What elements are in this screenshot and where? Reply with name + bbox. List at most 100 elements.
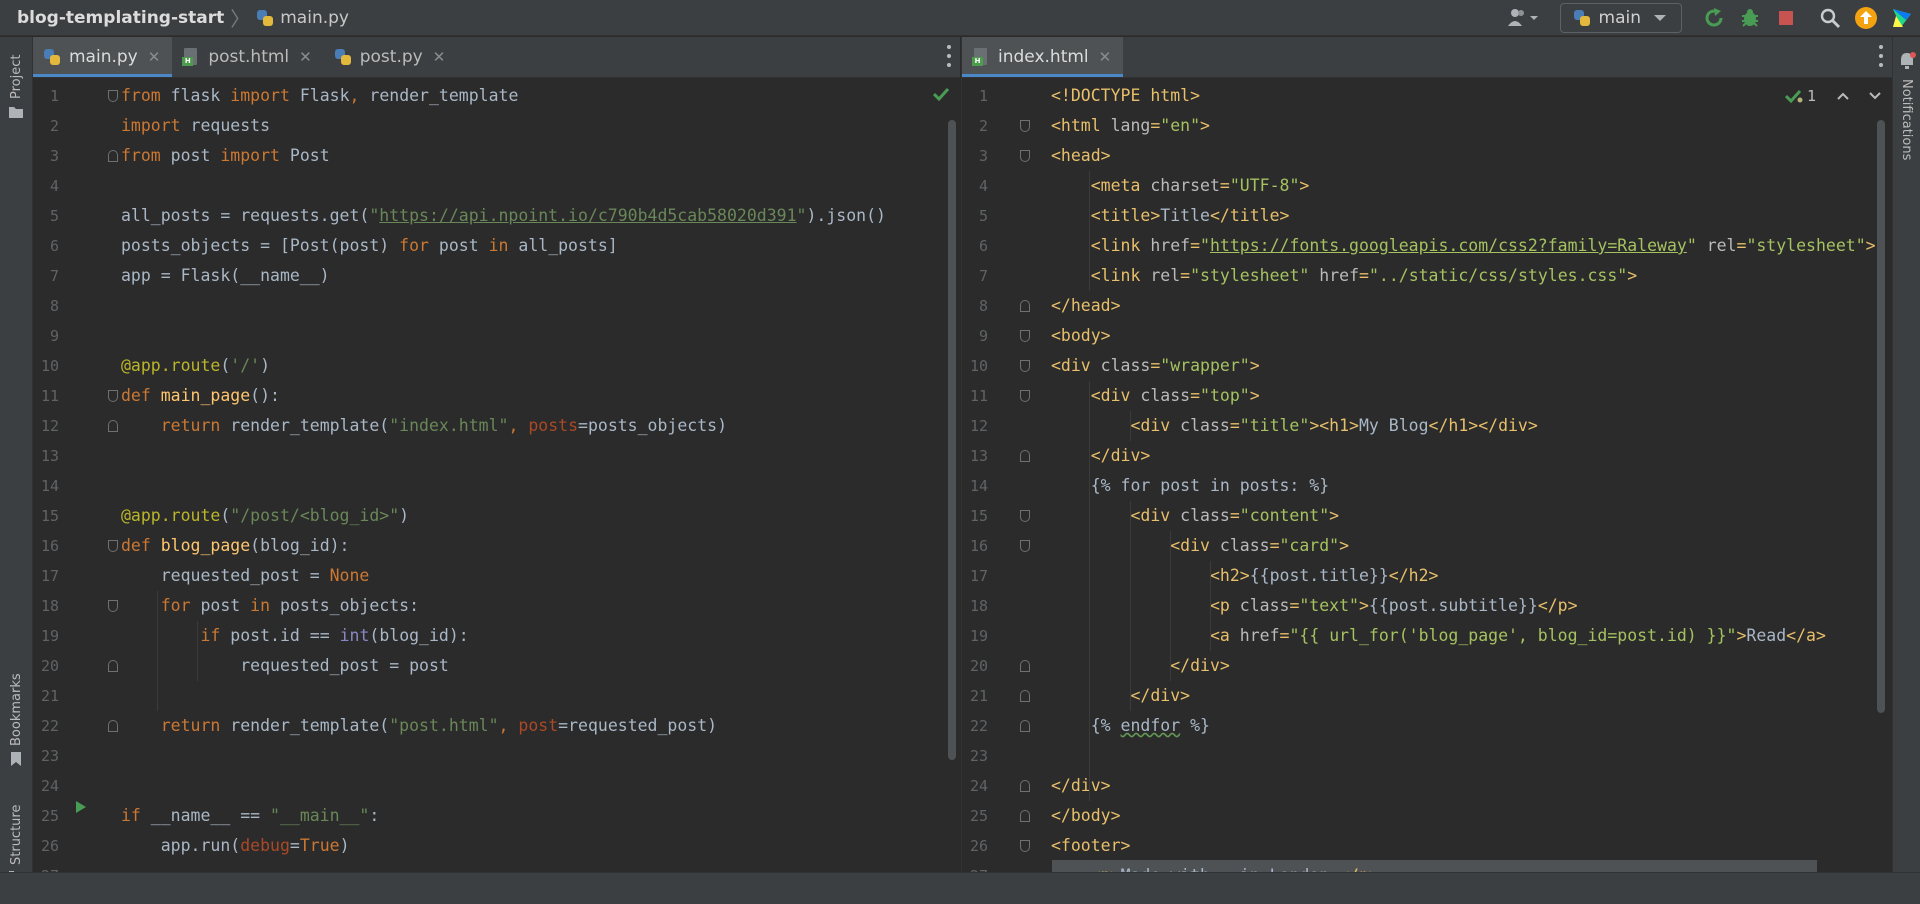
tab-post-html[interactable]: H post.html ✕ bbox=[172, 37, 323, 77]
code-token: (blog_id): bbox=[369, 626, 469, 645]
line-number: 17 bbox=[40, 567, 59, 585]
code-token: class bbox=[1140, 386, 1191, 405]
project-tool-button[interactable]: Project bbox=[9, 55, 24, 99]
code-token: = bbox=[289, 836, 300, 855]
user-icon[interactable] bbox=[1504, 6, 1542, 30]
indent-guide bbox=[1130, 411, 1131, 441]
close-icon[interactable]: ✕ bbox=[433, 48, 446, 66]
run-gutter-icon[interactable] bbox=[75, 800, 87, 814]
tab-index-html[interactable]: H index.html ✕ bbox=[962, 37, 1124, 77]
fold-marker-icon[interactable] bbox=[1020, 780, 1030, 792]
vertical-scrollbar[interactable] bbox=[948, 120, 956, 760]
branch-selector[interactable]: main bbox=[1559, 3, 1682, 33]
fold-marker-icon[interactable] bbox=[1020, 720, 1030, 732]
indent-guide bbox=[197, 621, 198, 681]
tab-post-py[interactable]: post.py ✕ bbox=[324, 37, 458, 77]
fold-marker-icon[interactable] bbox=[1020, 450, 1030, 462]
rerun-icon[interactable] bbox=[1702, 6, 1726, 30]
code-token: {{post.title}} bbox=[1249, 566, 1389, 585]
code-token: import bbox=[121, 116, 181, 135]
code-token: Read bbox=[1746, 626, 1787, 645]
debug-icon[interactable] bbox=[1738, 6, 1762, 30]
code-token: </div> bbox=[1170, 656, 1230, 675]
code-token: posts bbox=[528, 416, 579, 435]
code-token: post bbox=[160, 146, 221, 165]
fold-marker-icon[interactable] bbox=[1020, 690, 1030, 702]
code-area-left[interactable]: 1 from flask import Flask, render_templat… bbox=[33, 78, 960, 872]
folder-icon bbox=[9, 107, 23, 118]
search-icon[interactable] bbox=[1818, 6, 1842, 30]
fold-marker-icon[interactable] bbox=[1020, 150, 1030, 162]
fold-marker-icon[interactable] bbox=[1020, 300, 1030, 312]
code-token: = bbox=[1150, 116, 1161, 135]
line-number: 9 bbox=[49, 327, 59, 345]
more-options-icon[interactable] bbox=[1878, 45, 1884, 67]
breadcrumb-file[interactable]: main.py bbox=[280, 8, 349, 28]
code-token: </h2> bbox=[1388, 566, 1439, 585]
tab-main-py[interactable]: main.py ✕ bbox=[33, 37, 173, 77]
fold-marker-icon[interactable] bbox=[108, 420, 118, 432]
line-number: 19 bbox=[40, 627, 59, 645]
code-token: href bbox=[1150, 236, 1191, 255]
fold-marker-icon[interactable] bbox=[108, 540, 118, 552]
code-token: import bbox=[220, 146, 280, 165]
fold-marker-icon[interactable] bbox=[108, 390, 118, 402]
line-number: 11 bbox=[40, 387, 59, 405]
fold-marker-icon[interactable] bbox=[1020, 330, 1030, 342]
jetbrains-logo-icon[interactable] bbox=[1890, 6, 1914, 30]
code-token: "stylesheet" bbox=[1746, 236, 1866, 255]
vertical-scrollbar[interactable] bbox=[1877, 120, 1885, 713]
inspection-widget[interactable]: 1 bbox=[1785, 87, 1882, 105]
code-token: "en" bbox=[1160, 116, 1201, 135]
stop-icon[interactable] bbox=[1774, 6, 1798, 30]
chevron-up-icon[interactable] bbox=[1836, 91, 1850, 101]
code-line: def blog_page(blog_id): bbox=[121, 531, 350, 561]
line-number: 10 bbox=[40, 357, 59, 375]
structure-tool-button[interactable]: Structure bbox=[9, 805, 24, 865]
code-token: </div> bbox=[1130, 686, 1191, 705]
fold-marker-icon[interactable] bbox=[1020, 120, 1030, 132]
code-area-right[interactable]: 1 1 <!DOCTYPE html> 2 <html lang="en"> 3 <hea… bbox=[962, 78, 1892, 872]
fold-marker-icon[interactable] bbox=[108, 90, 118, 102]
fold-marker-icon[interactable] bbox=[1020, 660, 1030, 672]
update-icon[interactable] bbox=[1854, 6, 1878, 30]
branch-name: main bbox=[1598, 8, 1641, 28]
code-token: =requested_post) bbox=[558, 716, 718, 735]
fold-marker-icon[interactable] bbox=[108, 660, 118, 672]
code-line: <body> bbox=[1051, 321, 1111, 351]
fold-marker-icon[interactable] bbox=[1020, 510, 1030, 522]
indent-guide bbox=[157, 591, 158, 711]
fold-marker-icon[interactable] bbox=[1020, 840, 1030, 852]
close-icon[interactable]: ✕ bbox=[299, 48, 312, 66]
close-icon[interactable]: ✕ bbox=[148, 48, 161, 66]
code-line: <div class="card"> bbox=[1051, 531, 1349, 561]
fold-marker-icon[interactable] bbox=[108, 150, 118, 162]
code-line: if __name__ == "__main__": bbox=[121, 801, 379, 831]
fold-marker-icon[interactable] bbox=[108, 600, 118, 612]
fold-marker-icon[interactable] bbox=[108, 720, 118, 732]
breadcrumb-project[interactable]: blog-templating-start bbox=[17, 8, 224, 28]
fold-marker-icon[interactable] bbox=[1020, 360, 1030, 372]
code-token: "stylesheet" bbox=[1190, 266, 1310, 285]
code-line: <div class="top"> bbox=[1051, 381, 1260, 411]
more-options-icon[interactable] bbox=[946, 45, 952, 67]
code-line: <html lang="en"> bbox=[1051, 111, 1210, 141]
notifications-tool-button[interactable]: Notifications bbox=[1899, 79, 1914, 160]
close-icon[interactable]: ✕ bbox=[1099, 48, 1112, 66]
chevron-down-icon[interactable] bbox=[1868, 91, 1882, 101]
code-token: if bbox=[200, 626, 221, 645]
fold-marker-icon[interactable] bbox=[1020, 390, 1030, 402]
line-number: 22 bbox=[40, 717, 59, 735]
code-token: return bbox=[160, 416, 221, 435]
code-token: def bbox=[121, 536, 151, 555]
code-token: <link bbox=[1090, 266, 1151, 285]
fold-marker-icon[interactable] bbox=[1020, 540, 1030, 552]
bookmarks-tool-button[interactable]: Bookmarks bbox=[9, 673, 24, 746]
code-token: <h2> bbox=[1209, 566, 1250, 585]
code-line: app.run(debug=True) bbox=[121, 831, 350, 861]
fold-marker-icon[interactable] bbox=[1020, 810, 1030, 822]
code-line: if post.id == int(blog_id): bbox=[121, 621, 469, 651]
